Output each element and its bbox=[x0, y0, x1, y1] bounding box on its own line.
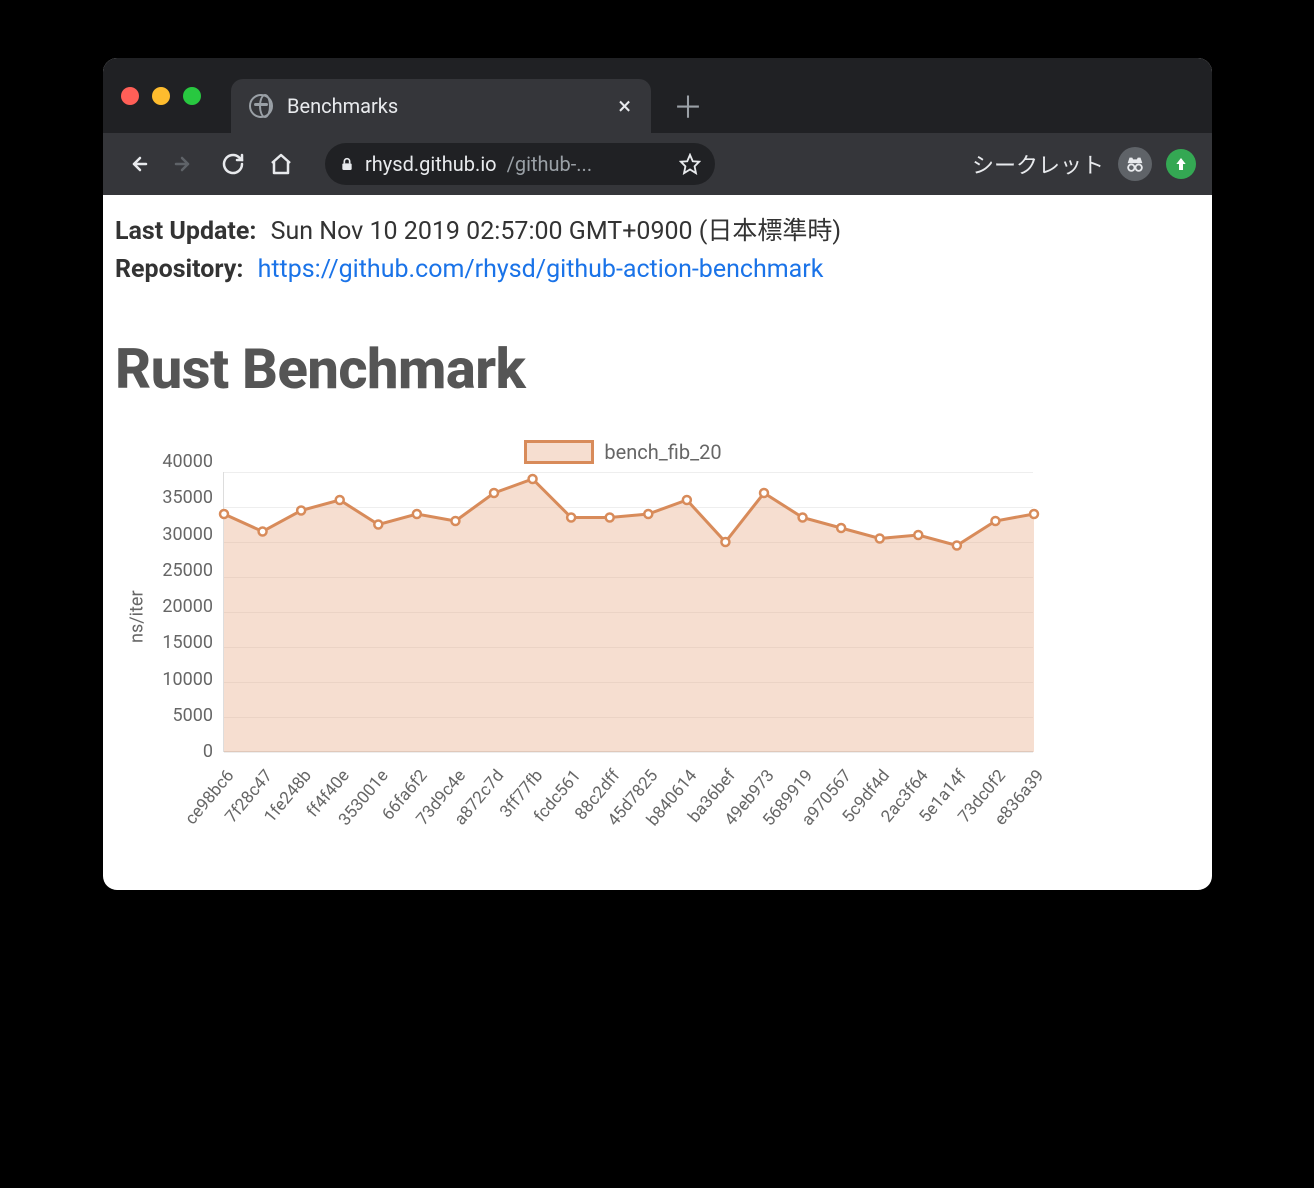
close-window-button[interactable] bbox=[121, 87, 139, 105]
maximize-window-button[interactable] bbox=[183, 87, 201, 105]
y-axis-ticks: 4000035000300002500020000150001000050000 bbox=[151, 462, 223, 752]
home-button[interactable] bbox=[263, 146, 299, 182]
repository-link[interactable]: https://github.com/rhysd/github-action-b… bbox=[258, 255, 824, 284]
url-path: /github-... bbox=[507, 152, 669, 176]
last-update-row: Last Update: Sun Nov 10 2019 02:57:00 GM… bbox=[115, 213, 1200, 251]
incognito-label: シークレット bbox=[972, 148, 1104, 180]
last-update-label: Last Update: bbox=[115, 217, 256, 246]
update-available-icon[interactable] bbox=[1166, 149, 1196, 179]
page-title: Rust Benchmark bbox=[115, 336, 1200, 402]
lock-icon bbox=[339, 156, 355, 172]
page-content: Last Update: Sun Nov 10 2019 02:57:00 GM… bbox=[103, 195, 1212, 890]
incognito-icon[interactable] bbox=[1118, 147, 1152, 181]
browser-window: Benchmarks × ＋ rhysd.github.io /github-.… bbox=[103, 58, 1212, 890]
back-button[interactable] bbox=[119, 146, 155, 182]
benchmark-chart: bench_fib_20 ns/iter 4000035000300002500… bbox=[123, 440, 1123, 890]
legend-label: bench_fib_20 bbox=[604, 440, 721, 464]
globe-icon bbox=[249, 94, 273, 118]
browser-toolbar: rhysd.github.io /github-... シークレット bbox=[103, 133, 1212, 195]
repository-row: Repository: https://github.com/rhysd/git… bbox=[115, 251, 1200, 289]
browser-tab[interactable]: Benchmarks × bbox=[231, 79, 651, 133]
repository-label: Repository: bbox=[115, 255, 243, 284]
window-controls bbox=[121, 87, 201, 105]
chart-legend[interactable]: bench_fib_20 bbox=[123, 440, 1123, 464]
close-tab-button[interactable]: × bbox=[618, 92, 631, 120]
titlebar: Benchmarks × ＋ bbox=[103, 58, 1212, 133]
x-axis-ticks: ce98bc67f28c471fe248bff4f40e353001e66fa6… bbox=[223, 762, 1033, 840]
bookmark-star-icon[interactable] bbox=[679, 153, 701, 175]
y-axis-label: ns/iter bbox=[123, 472, 151, 762]
forward-button[interactable] bbox=[167, 146, 203, 182]
url-host: rhysd.github.io bbox=[365, 152, 497, 176]
tab-title: Benchmarks bbox=[287, 94, 604, 118]
address-bar[interactable]: rhysd.github.io /github-... bbox=[325, 143, 715, 185]
minimize-window-button[interactable] bbox=[152, 87, 170, 105]
new-tab-button[interactable]: ＋ bbox=[673, 83, 703, 127]
legend-swatch bbox=[524, 440, 594, 464]
reload-button[interactable] bbox=[215, 146, 251, 182]
chart-plot-area[interactable] bbox=[223, 472, 1033, 752]
last-update-value: Sun Nov 10 2019 02:57:00 GMT+0900 (日本標準時… bbox=[271, 217, 841, 246]
